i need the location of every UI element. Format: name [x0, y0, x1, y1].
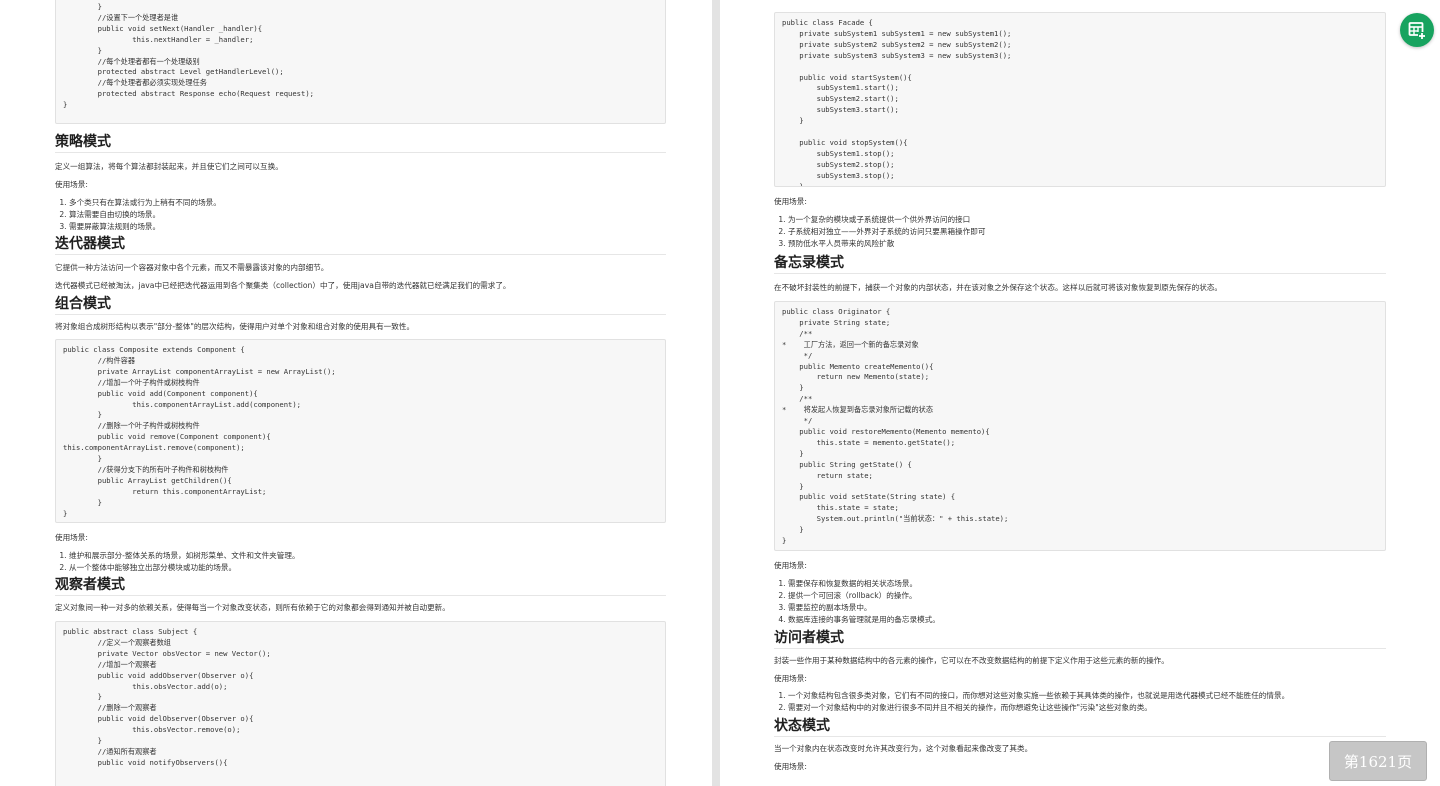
visitor-usage-label: 使用场景:	[774, 674, 807, 683]
visitor-desc: 封装一些作用于某种数据结构中的各元素的操作，它可以在不改变数据结构的前提下定义作…	[774, 656, 1169, 665]
heading-iterator: 迭代器模式	[55, 235, 666, 255]
facade-usage-label: 使用场景:	[774, 197, 807, 206]
visitor-usage-list: 一个对象结构包含很多类对象，它们有不同的接口，而你想对这些对象实施一些依赖于其具…	[774, 690, 1386, 714]
list-item: 数据库连接的事务管理就是用的备忘录模式。	[788, 614, 1386, 626]
list-item: 需要对一个对象结构中的对象进行很多不同并且不相关的操作，而你想避免让这些操作"污…	[788, 702, 1386, 714]
strategy-desc: 定义一组算法，将每个算法都封装起来，并且使它们之间可以互换。	[55, 162, 283, 171]
heading-visitor: 访问者模式	[774, 629, 1386, 649]
composite-usage-label: 使用场景:	[55, 533, 88, 542]
list-item: 多个类只有在算法或行为上稍有不同的场景。	[69, 197, 666, 209]
state-usage-label: 使用场景:	[774, 762, 807, 771]
iterator-desc-2: 迭代器模式已经被淘汰，java中已经把迭代器运用到各个聚集类（collectio…	[55, 281, 511, 290]
heading-strategy: 策略模式	[55, 133, 666, 153]
state-desc: 当一个对象内在状态改变时允许其改变行为，这个对象看起来像改变了其类。	[774, 744, 1033, 753]
page-number-indicator: 第1621页	[1329, 741, 1427, 781]
code-block-observer: public abstract class Subject { //定义一个观察…	[55, 621, 666, 786]
list-item: 算法需要自由切换的场景。	[69, 209, 666, 221]
facade-usage-list: 为一个复杂的模块或子系统提供一个供外界访问的接口 子系统相对独立——外界对子系统…	[774, 214, 1386, 250]
list-item: 需要保存和恢复数据的相关状态场景。	[788, 578, 1386, 590]
composite-desc: 将对象组合成树形结构以表示"部分-整体"的层次结构，使得用户对单个对象和组合对象…	[55, 322, 415, 331]
code-block-composite: public class Composite extends Component…	[55, 339, 666, 523]
list-item: 需要屏蔽算法规则的场景。	[69, 221, 666, 233]
list-item: 从一个整体中能够独立出部分模块或功能的场景。	[69, 562, 666, 574]
observer-desc: 定义对象间一种一对多的依赖关系，使得每当一个对象改变状态，则所有依赖于它的对象都…	[55, 603, 450, 612]
memento-usage-label: 使用场景:	[774, 561, 807, 570]
heading-memento: 备忘录模式	[774, 254, 1386, 274]
iterator-desc-1: 它提供一种方法访问一个容器对象中各个元素，而又不需暴露该对象的内部细节。	[55, 263, 329, 272]
document-page-left: } //设置下一个处理者是谁 public void setNext(Handl…	[0, 0, 712, 786]
strategy-usage-label: 使用场景:	[55, 180, 88, 189]
composite-usage-list: 维护和展示部分-整体关系的场景，如树形菜单、文件和文件夹管理。 从一个整体中能够…	[55, 550, 666, 574]
code-block-facade: public class Facade { private subSystem1…	[774, 12, 1386, 187]
list-item: 需要监控的副本场景中。	[788, 602, 1386, 614]
list-item: 为一个复杂的模块或子系统提供一个供外界访问的接口	[788, 214, 1386, 226]
strategy-usage-list: 多个类只有在算法或行为上稍有不同的场景。 算法需要自由切换的场景。 需要屏蔽算法…	[55, 197, 666, 233]
add-table-button[interactable]	[1400, 13, 1434, 47]
code-block-handler: } //设置下一个处理者是谁 public void setNext(Handl…	[55, 0, 666, 124]
list-item: 提供一个可回滚（rollback）的操作。	[788, 590, 1386, 602]
list-item: 子系统相对独立——外界对子系统的访问只要黑箱操作即可	[788, 226, 1386, 238]
heading-composite: 组合模式	[55, 295, 666, 315]
memento-usage-list: 需要保存和恢复数据的相关状态场景。 提供一个可回滚（rollback）的操作。 …	[774, 578, 1386, 626]
memento-desc: 在不破坏封装性的前提下，捕获一个对象的内部状态，并在该对象之外保存这个状态。这样…	[774, 283, 1223, 292]
page-divider	[712, 0, 720, 786]
heading-state: 状态模式	[774, 717, 1386, 737]
list-item: 预防低水平人员带来的风险扩散	[788, 238, 1386, 250]
list-item: 维护和展示部分-整体关系的场景，如树形菜单、文件和文件夹管理。	[69, 550, 666, 562]
code-block-memento: public class Originator { private String…	[774, 301, 1386, 551]
table-plus-icon	[1408, 22, 1426, 40]
list-item: 一个对象结构包含很多类对象，它们有不同的接口，而你想对这些对象实施一些依赖于其具…	[788, 690, 1386, 702]
heading-observer: 观察者模式	[55, 576, 666, 596]
document-page-right: public class Facade { private subSystem1…	[720, 0, 1440, 786]
